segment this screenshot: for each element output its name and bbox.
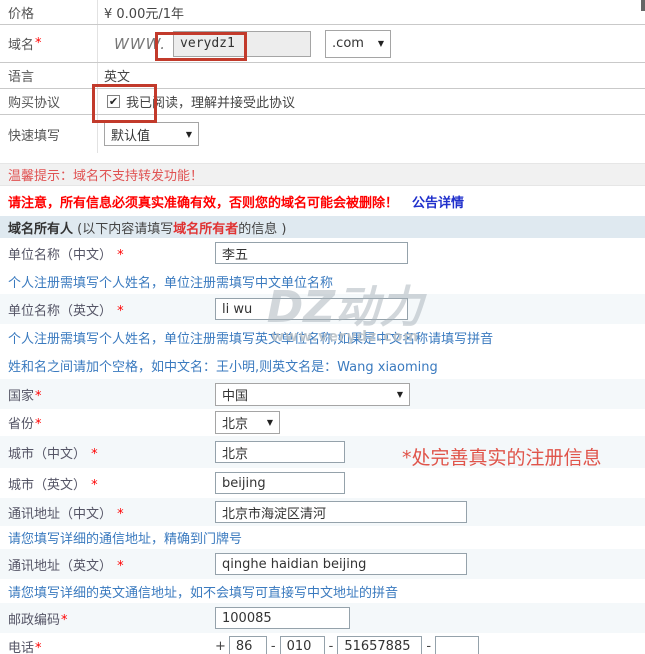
domain-label: 域名* — [0, 25, 98, 62]
phone-number-input[interactable] — [337, 636, 422, 654]
required-mark: * — [117, 507, 124, 522]
phone-row: 电话* + - - - — [0, 633, 645, 654]
language-row: 语言 英文 — [0, 63, 645, 89]
org-name-en-row: 单位名称（英文） * — [0, 294, 645, 324]
owner-section-header: 域名所有人 (以下内容请填写域名所有者的信息 ) — [0, 216, 645, 238]
agreement-checkbox-label: 我已阅读，理解并接受此协议 — [126, 92, 295, 111]
domain-name-input[interactable] — [173, 31, 311, 57]
chevron-down-icon: ▼ — [186, 130, 192, 139]
quickfill-label: 快速填写 — [0, 115, 98, 153]
warning-text: 请注意，所有信息必须真实准确有效，否则您的域名可能会被删除！ — [8, 192, 398, 211]
phone-label: 电话 — [8, 641, 34, 654]
domain-row: 域名* WWW. .com ▼ — [0, 25, 645, 63]
price-label: 价格 — [0, 0, 98, 24]
domain-registration-form: 价格 ¥ 0.00元/1年 域名* WWW. .com ▼ 语言 英文 购买协议… — [0, 0, 645, 654]
language-label: 语言 — [0, 63, 98, 88]
phone-area-code-input[interactable] — [280, 636, 325, 654]
city-en-row: 城市（英文） * — [0, 468, 645, 498]
org-name-en-label: 单位名称（英文） — [8, 304, 112, 319]
agreement-checkbox[interactable]: ✔ — [107, 95, 120, 108]
country-select[interactable]: 中国 ▼ — [215, 383, 410, 406]
tip-text: 温馨提示：域名不支持转发功能！ — [8, 165, 203, 184]
hint-name-format: 姓和名之间请加个空格，如中文名：王小明,则英文名是：Wang xiaoming — [0, 351, 645, 379]
chevron-down-icon: ▼ — [378, 39, 384, 48]
scrollbar-fragment — [641, 0, 645, 11]
address-en-input[interactable] — [215, 553, 467, 575]
phone-country-code-input[interactable] — [229, 636, 267, 654]
address-cn-input[interactable] — [215, 501, 467, 523]
language-value: 英文 — [98, 63, 645, 88]
zipcode-input[interactable] — [215, 607, 350, 629]
agreement-label: 购买协议 — [0, 89, 98, 114]
country-selected-value: 中国 — [222, 385, 248, 404]
quickfill-value-area: 默认值 ▼ — [98, 115, 645, 153]
country-row: 国家* 中国 ▼ — [0, 379, 645, 409]
required-mark: * — [35, 389, 42, 404]
address-cn-label: 通讯地址（中文） — [8, 507, 112, 522]
city-cn-input[interactable] — [215, 441, 345, 463]
price-row: 价格 ¥ 0.00元/1年 — [0, 0, 645, 25]
www-prefix: WWW. — [114, 35, 166, 53]
agreement-row: 购买协议 ✔ 我已阅读，理解并接受此协议 — [0, 89, 645, 115]
required-mark: * — [61, 613, 68, 628]
tip-banner: 温馨提示：域名不支持转发功能！ — [0, 163, 645, 186]
warning-row: 请注意，所有信息必须真实准确有效，否则您的域名可能会被删除！ 公告详情 — [0, 186, 645, 216]
required-mark: * — [35, 417, 42, 432]
agreement-value-area: ✔ 我已阅读，理解并接受此协议 — [98, 89, 645, 114]
required-mark: * — [91, 447, 98, 462]
address-en-label: 通讯地址（英文） — [8, 559, 112, 574]
hint-address-cn: 请您填写详细的通信地址，精确到门牌号 — [0, 526, 645, 549]
chevron-down-icon: ▼ — [267, 418, 273, 427]
province-selected-value: 北京 — [222, 413, 248, 432]
required-mark: * — [35, 641, 42, 654]
hint-name-cn: 个人注册需填写个人姓名，单位注册需填写中文单位名称 — [0, 268, 645, 294]
price-value: ¥ 0.00元/1年 — [98, 0, 645, 24]
province-label: 省份 — [8, 417, 34, 432]
address-en-row: 通讯地址（英文） * — [0, 549, 645, 579]
quickfill-select[interactable]: 默认值 ▼ — [104, 122, 199, 146]
org-name-cn-input[interactable] — [215, 242, 408, 264]
required-mark: * — [117, 248, 124, 263]
address-cn-row: 通讯地址（中文） * — [0, 498, 645, 526]
phone-extension-input[interactable] — [435, 636, 479, 654]
tld-selected-value: .com — [332, 36, 364, 51]
hint-name-en: 个人注册需填写个人姓名，单位注册需填写英文单位名称,如果是中文名称请填写拼音 — [0, 324, 645, 351]
owner-highlight: 域名所有者 — [173, 218, 238, 237]
phone-separator: - — [329, 639, 334, 654]
hint-address-en: 请您填写详细的英文通信地址，如不会填写可直接写中文地址的拼音 — [0, 579, 645, 603]
quickfill-selected-value: 默认值 — [111, 125, 150, 144]
zipcode-label: 邮政编码 — [8, 613, 60, 628]
city-en-input[interactable] — [215, 472, 345, 494]
city-en-label: 城市（英文） — [8, 478, 86, 493]
chevron-down-icon: ▼ — [397, 390, 403, 399]
required-mark: * — [91, 478, 98, 493]
required-mark: * — [117, 559, 124, 574]
country-label: 国家 — [8, 389, 34, 404]
phone-separator: - — [271, 639, 276, 654]
phone-separator: - — [426, 639, 431, 654]
required-mark: * — [35, 36, 42, 51]
org-name-cn-label: 单位名称（中文） — [8, 248, 112, 263]
quickfill-row: 快速填写 默认值 ▼ — [0, 115, 645, 153]
province-select[interactable]: 北京 ▼ — [215, 411, 280, 434]
required-mark: * — [117, 304, 124, 319]
announcement-details-link[interactable]: 公告详情 — [412, 192, 464, 211]
province-row: 省份* 北京 ▼ — [0, 409, 645, 436]
red-annotation-text: *处完善真实的注册信息 — [402, 443, 602, 470]
city-cn-label: 城市（中文） — [8, 447, 86, 462]
org-name-en-input[interactable] — [215, 298, 408, 320]
org-name-cn-row: 单位名称（中文） * — [0, 238, 645, 268]
zipcode-row: 邮政编码* — [0, 603, 645, 633]
phone-plus-sign: + — [215, 639, 226, 654]
owner-section-title: 域名所有人 — [8, 218, 73, 237]
tld-select[interactable]: .com ▼ — [325, 30, 391, 58]
domain-value-area: WWW. .com ▼ — [98, 25, 645, 62]
